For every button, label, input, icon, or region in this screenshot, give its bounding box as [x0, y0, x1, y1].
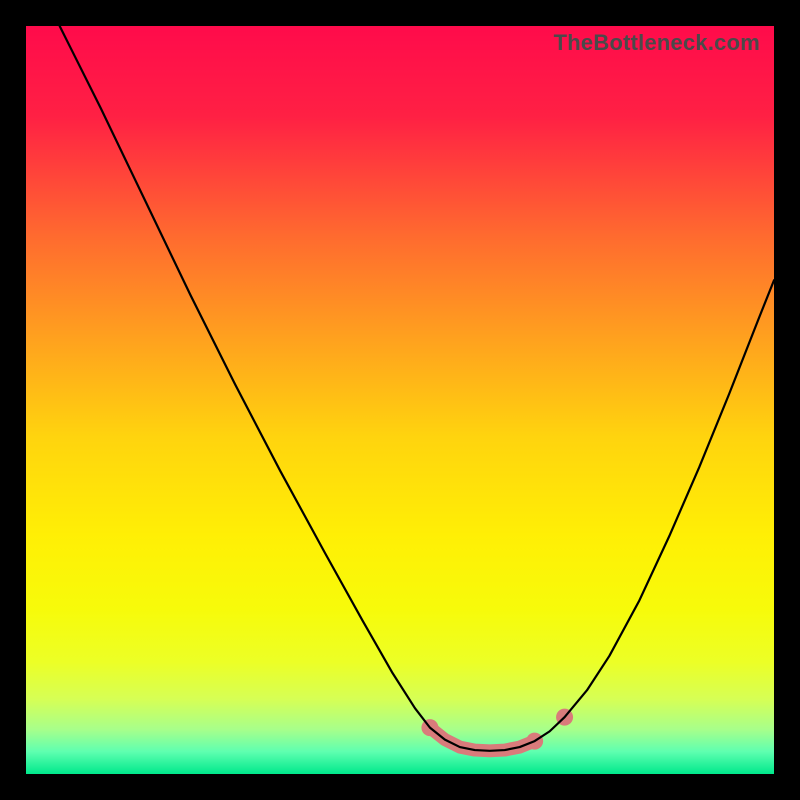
plot-area: TheBottleneck.com	[26, 26, 774, 774]
bottleneck-curve	[60, 26, 774, 751]
chart-svg	[26, 26, 774, 774]
watermark-text: TheBottleneck.com	[554, 30, 760, 56]
chart-frame: TheBottleneck.com	[0, 0, 800, 800]
